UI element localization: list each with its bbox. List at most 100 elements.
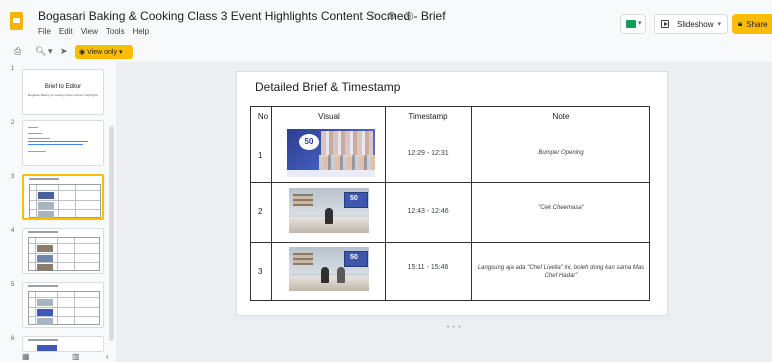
slideshow-button[interactable]: Slideshow ▾	[654, 14, 728, 34]
slides-logo-icon[interactable]	[10, 12, 23, 30]
thumb-table	[28, 237, 100, 271]
menu-bar: File Edit View Tools Help	[38, 27, 149, 36]
menu-view[interactable]: View	[81, 27, 98, 36]
tv-screen	[344, 251, 368, 267]
thumbnail-frame[interactable]	[22, 282, 104, 328]
grid-view-icon[interactable]: ▦	[22, 352, 30, 361]
event-logo: 50	[299, 134, 319, 150]
thumb-line	[28, 133, 42, 134]
thumb-row	[29, 297, 99, 298]
view-only-button[interactable]: ◉ View only ▾	[75, 45, 133, 59]
move-folder-icon[interactable]: ⊚	[387, 9, 396, 22]
thumb-row	[29, 253, 99, 254]
chevron-down-icon: ▾	[118, 49, 123, 56]
menu-file[interactable]: File	[38, 27, 51, 36]
visual-thumbnail-opening: 50	[287, 129, 375, 177]
kitchen-shelf	[293, 194, 313, 206]
participants-group	[319, 155, 375, 171]
thumb-row	[30, 209, 100, 210]
cloud-status-icon[interactable]: ◎	[404, 9, 414, 22]
title-bar: Bogasari Baking & Cooking Class 3 Event …	[0, 0, 772, 42]
row-number: 1	[258, 151, 263, 160]
timestamp: 12:29 - 12:31	[407, 150, 449, 157]
slideshow-label: Slideshow	[677, 19, 714, 29]
thumbnail-frame[interactable]	[22, 228, 104, 274]
table-col-divider	[471, 107, 472, 300]
slide-filmstrip[interactable]: 1 Brief to Editor Bogasari Baking & Cook…	[0, 62, 116, 362]
slide-number: 6	[11, 336, 15, 342]
thumbnail-title: Brief to Editor	[44, 84, 82, 90]
tv-screen	[344, 192, 368, 208]
thumb-image	[37, 255, 53, 262]
thumb-row	[29, 316, 99, 317]
brief-table: No Visual Timestamp Note 1 50 12:29 - 12…	[250, 106, 650, 301]
thumb-heading	[28, 285, 58, 287]
slide-number: 3	[11, 174, 15, 180]
chevron-down-icon[interactable]: ▾	[717, 20, 721, 28]
row-number: 3	[258, 267, 263, 276]
print-icon[interactable]: ⎙	[14, 46, 21, 57]
table-row-divider	[251, 182, 649, 183]
note: "Cek Cheemasa"	[538, 205, 584, 211]
thumb-row	[29, 243, 99, 244]
note: Langsung aja ada "Chef Livella" ini, bol…	[477, 265, 645, 279]
thumb-image	[37, 245, 53, 252]
table-col-divider	[385, 107, 386, 300]
row-number: 2	[258, 207, 263, 216]
thumb-link-line	[28, 141, 88, 142]
header-visual: Visual	[318, 112, 340, 121]
slide-number: 5	[11, 282, 15, 288]
header-note: Note	[552, 112, 570, 121]
thumb-image	[38, 202, 54, 209]
thumb-table	[28, 291, 100, 325]
thumb-row	[30, 200, 100, 201]
menu-edit[interactable]: Edit	[59, 27, 73, 36]
filmstrip-scrollbar[interactable]	[109, 126, 114, 341]
current-slide[interactable]: Detailed Brief & Timestamp No Visual Tim…	[236, 71, 668, 316]
table-col-divider	[271, 107, 272, 300]
filmstrip-view-icon[interactable]: ▥	[72, 352, 80, 361]
share-button[interactable]: 🔒︎ Share	[732, 14, 772, 34]
thumb-image	[37, 345, 57, 351]
thumb-line	[28, 151, 46, 152]
eye-icon: ◉	[79, 49, 86, 56]
thumb-heading	[28, 231, 58, 233]
thumbnail-frame[interactable]	[22, 336, 104, 352]
thumb-heading	[28, 339, 58, 341]
thumbnail-frame[interactable]: Brief to Editor Bogasari Baking & Cookin…	[22, 69, 104, 115]
zoom-icon[interactable]: 🔍︎	[35, 46, 46, 57]
presenter	[337, 267, 345, 283]
thumbnail-frame-selected[interactable]	[22, 174, 104, 220]
toolbar: ⎙ 🔍︎ ▾ ➤ ◉ View only ▾	[0, 42, 772, 62]
title-icons: ☆ ⊚ ◎	[369, 9, 414, 22]
timestamp: 15:11 - 15:46	[407, 264, 449, 271]
speaker-notes-handle[interactable]: • • •	[447, 325, 462, 331]
slide-title: Detailed Brief & Timestamp	[255, 80, 401, 94]
thumb-table	[29, 184, 101, 218]
view-only-label: View only	[87, 48, 117, 56]
share-label: Share	[746, 19, 768, 29]
chevron-down-icon: ▾	[638, 20, 642, 27]
timestamp: 12:43 - 12:46	[407, 208, 449, 215]
visual-thumbnail-kitchen	[289, 247, 369, 291]
video-camera-icon	[626, 20, 636, 28]
thumb-row	[29, 262, 99, 263]
thumb-image	[37, 309, 53, 316]
menu-tools[interactable]: Tools	[106, 27, 125, 36]
thumb-image	[38, 211, 54, 218]
thumb-heading	[29, 178, 59, 180]
star-icon[interactable]: ☆	[369, 9, 379, 22]
thumb-row	[30, 190, 100, 191]
slide-number: 2	[11, 120, 15, 126]
thumbnail-frame[interactable]	[22, 120, 104, 166]
collapse-filmstrip-icon[interactable]: ‹	[106, 352, 109, 361]
meet-button[interactable]: ▾	[620, 14, 646, 34]
cursor-icon[interactable]: ➤	[60, 46, 68, 57]
menu-help[interactable]: Help	[133, 27, 149, 36]
table-row-divider	[251, 242, 649, 243]
header-no: No	[257, 112, 269, 121]
thumb-link-line	[28, 144, 83, 145]
chevron-down-icon[interactable]: ▾	[48, 46, 53, 57]
thumb-line	[28, 127, 38, 128]
present-icon	[661, 20, 669, 28]
